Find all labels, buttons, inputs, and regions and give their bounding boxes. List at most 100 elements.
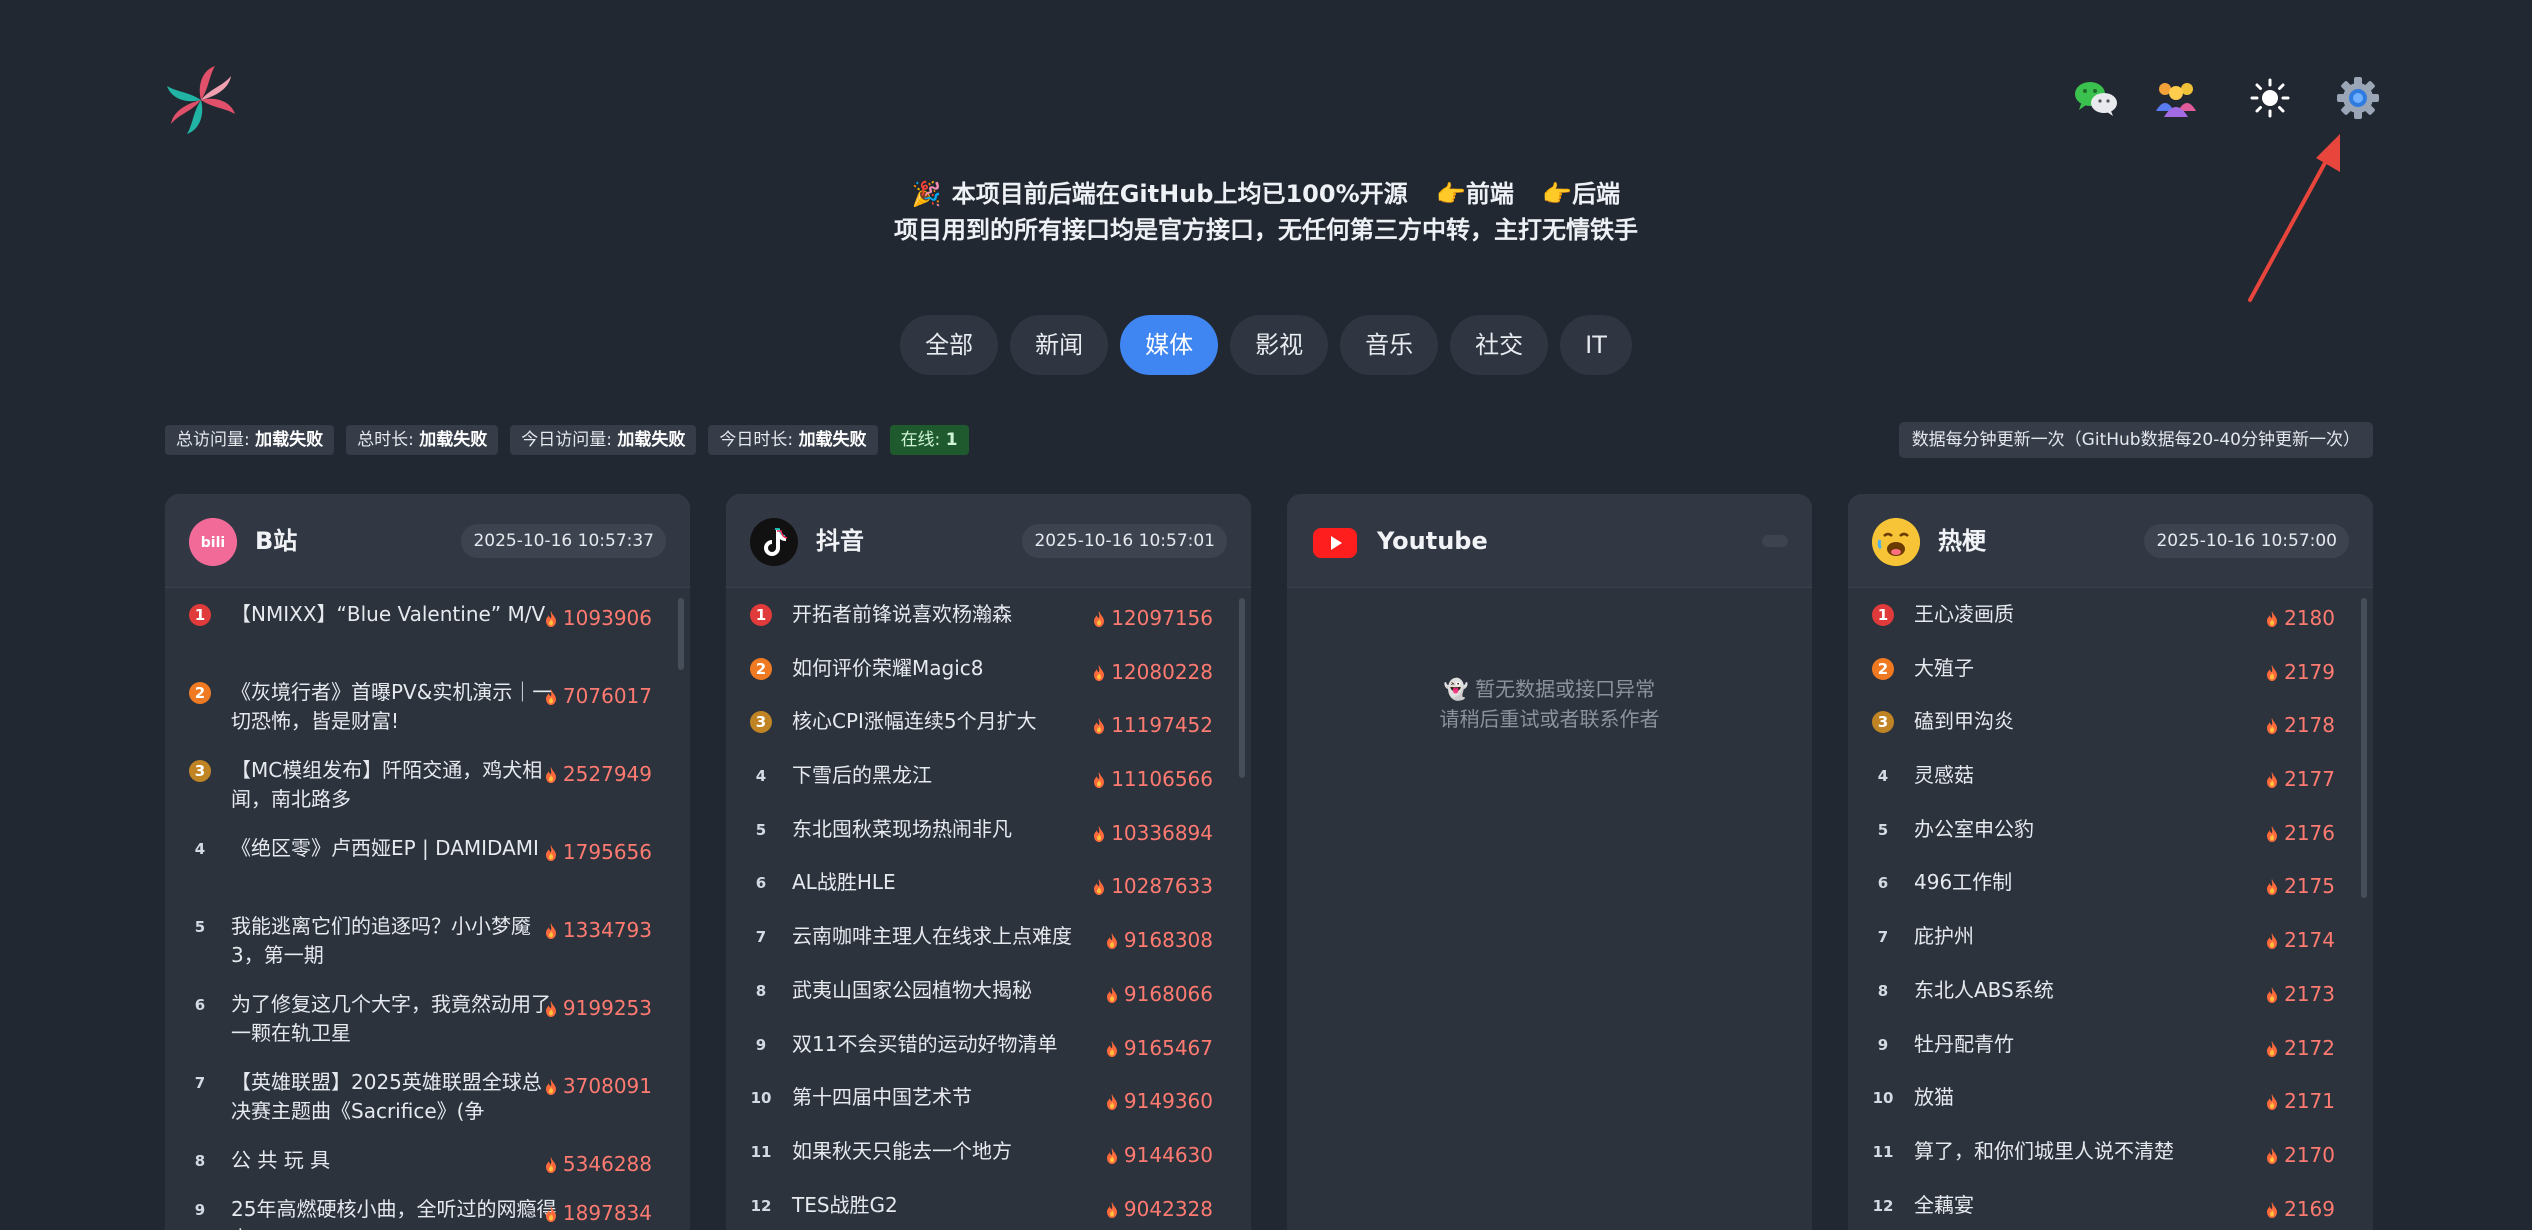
hot-list-item[interactable]: 9 25年高燃硬核小曲，全听过的网瘾得上1897834 <box>165 1195 690 1230</box>
hot-number: 9168066 <box>1123 981 1213 1006</box>
hot-value: 9168066 <box>1106 980 1213 1009</box>
hot-list-item[interactable]: 9 牡丹配青竹 2172 <box>1848 1030 2373 1084</box>
hot-list-item[interactable]: 6 为了修复这几个大字，我竟然动用了一颗在轨卫星 9199253 <box>165 990 690 1068</box>
hot-list-item[interactable]: 3 【MC模组发布】阡陌交通，鸡犬相闻，南北路多 2527949 <box>165 756 690 834</box>
wechat-button[interactable] <box>2068 70 2124 126</box>
hot-number: 2178 <box>2284 713 2335 738</box>
hot-list-item[interactable]: 9 双11不会买错的运动好物清单 9165467 <box>726 1030 1251 1084</box>
item-title: 办公室申公豹 <box>1914 816 2034 841</box>
settings-button[interactable] <box>2330 70 2386 126</box>
hot-list-item[interactable]: 8 东北人ABS系统 2173 <box>1848 976 2373 1030</box>
fire-icon <box>545 1206 556 1222</box>
header-toolbar <box>0 70 2532 126</box>
scrollbar[interactable] <box>1239 598 1245 778</box>
hot-list-item[interactable]: 4 下雪后的黑龙江 11106566 <box>726 761 1251 815</box>
hot-number: 12080228 <box>1111 659 1213 684</box>
frontend-link[interactable]: 👉前端 <box>1436 180 1514 208</box>
hot-list-item[interactable]: 5 我能逃离它们的追逐吗？小小梦魇3，第一期 1334793 <box>165 912 690 990</box>
hot-list-item[interactable]: 12 全藕宴 2169 <box>1848 1191 2373 1230</box>
hot-list-item[interactable]: 5 办公室申公豹 2176 <box>1848 815 2373 869</box>
tab-all[interactable]: 全部 <box>900 315 999 375</box>
svg-text:bili: bili <box>201 535 225 551</box>
tab-news[interactable]: 新闻 <box>1010 315 1109 375</box>
hot-value: 2178 <box>2266 711 2335 740</box>
hot-list-item[interactable]: 7 【英雄联盟】2025英雄联盟全球总决赛主题曲《Sacrifice》(争 3708… <box>165 1068 690 1146</box>
community-button[interactable] <box>2148 70 2204 126</box>
hot-list-item[interactable]: 5 东北囤秋菜现场热闹非凡 10336894 <box>726 815 1251 869</box>
stats-bar: 总访问量: 加载失败 总时长: 加载失败 今日访问量: 加载失败 今日时长: 加… <box>165 425 969 455</box>
rank-badge: 5 <box>194 918 206 936</box>
rank-badge: 5 <box>755 820 767 839</box>
hot-list-item[interactable]: 7 庇护州 2174 <box>1848 922 2373 976</box>
fire-icon <box>2267 1094 2278 1111</box>
tab-media[interactable]: 媒体 <box>1120 315 1219 375</box>
fire-icon <box>1106 1094 1117 1111</box>
fire-icon <box>1094 718 1105 735</box>
item-title: 磕到甲沟炎 <box>1914 709 2014 734</box>
hot-list-item[interactable]: 2 大殖子 2179 <box>1848 654 2373 708</box>
hot-number: 7076017 <box>562 684 652 708</box>
tab-film[interactable]: 影视 <box>1230 315 1329 375</box>
fire-icon <box>2267 718 2278 735</box>
item-title: 开拓者前锋说喜欢杨瀚森 <box>792 602 1012 626</box>
rank-badge: 2 <box>750 657 772 680</box>
hot-list-item[interactable]: 3 核心CPI涨幅连续5个月扩大 11197452 <box>726 707 1251 761</box>
hot-list-item[interactable]: 8 武夷山国家公园植物大揭秘 9168066 <box>726 976 1251 1030</box>
hot-value: 9199253 <box>545 994 652 1023</box>
hot-list-item[interactable]: 4 灵感菇 2177 <box>1848 761 2373 815</box>
rank-badge: 6 <box>194 996 206 1014</box>
hot-number: 1334793 <box>562 918 652 942</box>
rank-badge: 8 <box>1877 981 1889 1000</box>
tab-music[interactable]: 音乐 <box>1340 315 1439 375</box>
hot-list-item[interactable]: 12 TES战胜G2 9042328 <box>726 1191 1251 1230</box>
rank-badge: 11 <box>1872 1142 1894 1161</box>
hot-list-item[interactable]: 1 开拓者前锋说喜欢杨瀚森 12097156 <box>726 600 1251 654</box>
hot-number: 2170 <box>2284 1142 2335 1167</box>
item-title: 云南咖啡主理人在线求上点难度 <box>792 924 1072 949</box>
hot-list-item[interactable]: 8 公 共 玩 具 5346288 <box>165 1146 690 1195</box>
hot-value: 1897834 <box>545 1199 652 1228</box>
hot-value: 5346288 <box>545 1150 652 1179</box>
hot-value: 9168308 <box>1106 926 1213 955</box>
hot-number: 10336894 <box>1111 820 1213 845</box>
hot-list-item[interactable]: 2 如何评价荣耀Magic8 12080228 <box>726 654 1251 708</box>
hot-number: 2179 <box>2284 659 2335 684</box>
hot-list-item[interactable]: 11 算了，和你们城里人说不清楚 2170 <box>1848 1137 2373 1191</box>
hot-list: 1 王心凌画质 2180 2 大殖子 2179 3 磕到甲沟炎 2178 4 灵感菇 2177 5 办公室… <box>1848 600 2373 1230</box>
item-title: 武夷山国家公园植物大揭秘 <box>792 977 1032 1002</box>
hot-list-item[interactable]: 1 王心凌画质 2180 <box>1848 600 2373 654</box>
rank-badge: 8 <box>194 1152 206 1170</box>
item-title: 如何评价荣耀Magic8 <box>792 655 984 680</box>
item-title: 双11不会买错的运动好物清单 <box>792 1031 1058 1056</box>
scrollbar[interactable] <box>2361 598 2367 898</box>
fire-icon <box>545 767 556 783</box>
hot-list-item[interactable]: 11 如果秋天只能去一个地方 9144630 <box>726 1137 1251 1191</box>
hot-list-item[interactable]: 10 第十四届中国艺术节 9149360 <box>726 1083 1251 1137</box>
hot-number: 2527949 <box>562 762 652 786</box>
card-header: bili B站 2025-10-16 10:57:37 <box>165 494 690 588</box>
hot-list-item[interactable]: 7 云南咖啡主理人在线求上点难度 9168308 <box>726 922 1251 976</box>
fire-icon <box>545 845 556 861</box>
card-hot-memes: 热梗 2025-10-16 10:57:00 1 王心凌画质 2180 2 大殖子 217… <box>1848 494 2373 1230</box>
item-title: 东北囤秋菜现场热闹非凡 <box>792 816 1012 841</box>
hot-list-item[interactable]: 6 496工作制 2175 <box>1848 868 2373 922</box>
rank-badge: 7 <box>755 928 767 947</box>
hot-number: 9168308 <box>1123 928 1213 953</box>
rank-badge: 4 <box>1877 767 1889 786</box>
hot-list-item[interactable]: 1 【NMIXX】“Blue Valentine” M/V 1093906 <box>165 600 690 678</box>
hot-list-item[interactable]: 3 磕到甲沟炎 2178 <box>1848 707 2373 761</box>
hot-list-item[interactable]: 2 《灰境行者》首曝PV&实机演示｜一切恐怖，皆是财富! 7076017 <box>165 678 690 756</box>
hot-list-item[interactable]: 6 AL战胜HLE 10287633 <box>726 868 1251 922</box>
hot-list-item[interactable]: 4 《绝区零》卢西娅EP | DAMIDAMI 1795656 <box>165 834 690 912</box>
item-title: 《灰境行者》首曝PV&实机演示｜一切恐怖，皆是财富! <box>231 680 553 733</box>
hot-list-item[interactable]: 10 放猫 2171 <box>1848 1083 2373 1137</box>
stat-total-duration: 总时长: 加载失败 <box>346 425 499 455</box>
scrollbar[interactable] <box>678 598 684 670</box>
bilibili-icon: bili <box>189 518 237 566</box>
rank-badge: 3 <box>189 760 211 782</box>
tab-social[interactable]: 社交 <box>1450 315 1549 375</box>
hot-value: 2170 <box>2266 1141 2335 1170</box>
backend-link[interactable]: 👉后端 <box>1542 180 1620 208</box>
theme-toggle-button[interactable] <box>2242 70 2298 126</box>
tab-it[interactable]: IT <box>1560 315 1632 375</box>
